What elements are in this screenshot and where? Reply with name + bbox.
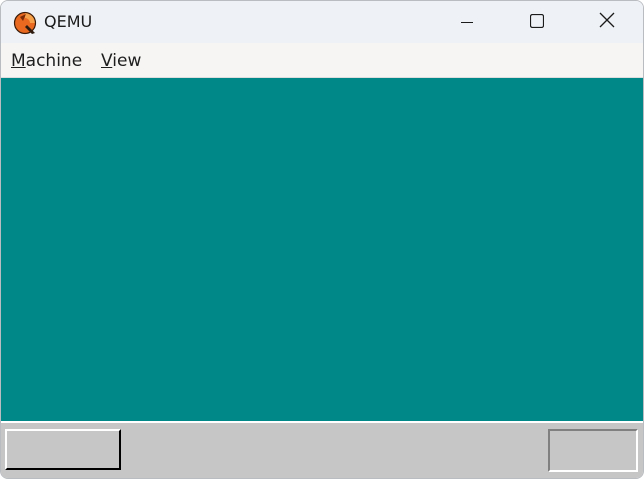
menu-machine-label: achine bbox=[25, 51, 83, 71]
guest-taskbar bbox=[1, 421, 643, 478]
menu-view[interactable]: View bbox=[101, 51, 141, 71]
menu-view-mnemonic: V bbox=[101, 51, 113, 71]
window-title: QEMU bbox=[44, 12, 93, 31]
close-icon bbox=[599, 12, 615, 32]
title-bar[interactable]: QEMU bbox=[1, 1, 643, 43]
maximize-icon bbox=[529, 13, 545, 32]
qemu-logo-icon bbox=[13, 11, 37, 35]
menu-machine-mnemonic: M bbox=[11, 51, 26, 71]
maximize-button[interactable] bbox=[502, 1, 572, 43]
minimize-icon bbox=[461, 13, 473, 32]
menu-bar: Machine View bbox=[1, 43, 643, 78]
menu-view-label: iew bbox=[112, 51, 142, 71]
close-button[interactable] bbox=[572, 1, 642, 43]
menu-machine[interactable]: Machine bbox=[11, 51, 82, 71]
guest-desktop[interactable] bbox=[1, 78, 643, 421]
qemu-window: QEMU Machine View bbox=[0, 0, 644, 479]
system-tray bbox=[548, 429, 638, 472]
minimize-button[interactable] bbox=[432, 1, 502, 43]
start-button[interactable] bbox=[5, 429, 121, 470]
